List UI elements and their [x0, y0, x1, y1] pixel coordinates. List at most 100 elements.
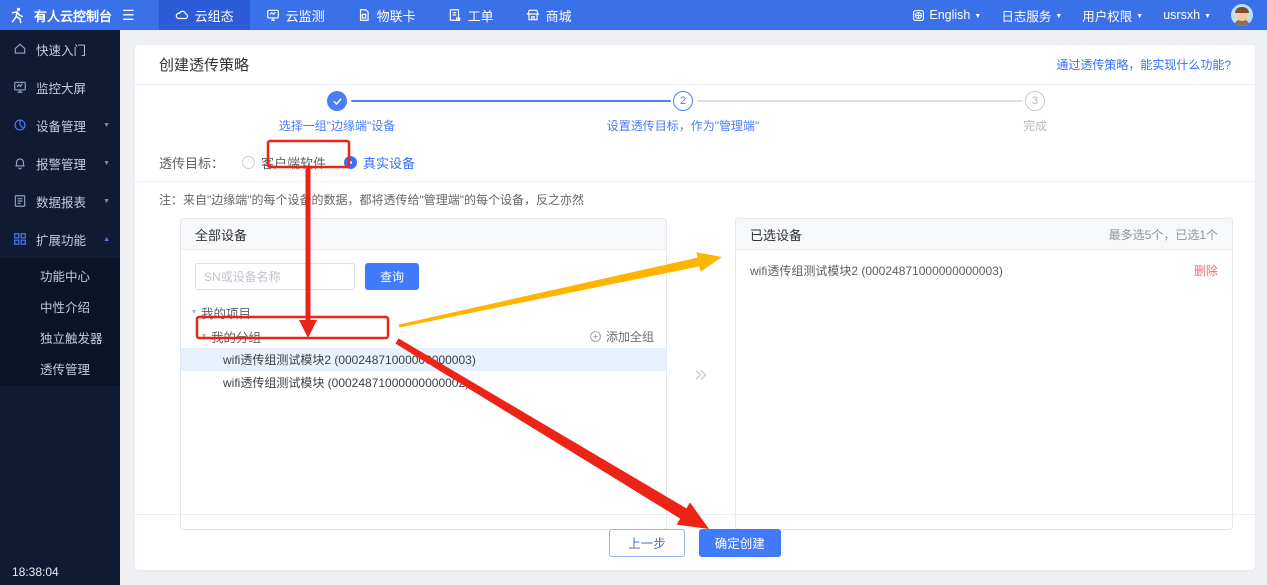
- nav-tab-cloud-scada[interactable]: 云组态: [159, 0, 250, 30]
- step-number: 3: [1025, 91, 1045, 111]
- tree-node-my-group[interactable]: ▼ 我的分组 添加全组: [181, 324, 666, 348]
- confirm-create-button[interactable]: 确定创建: [699, 529, 781, 557]
- language-selector[interactable]: English ▼: [912, 8, 981, 22]
- query-button[interactable]: 查询: [365, 263, 419, 290]
- tree-expand-icon[interactable]: ▼: [187, 309, 201, 316]
- nav-tab-label: 商城: [546, 6, 572, 25]
- submenu-item-passthrough-management[interactable]: 透传管理: [0, 353, 120, 384]
- delete-link[interactable]: 删除: [1194, 262, 1218, 279]
- create-policy-card: 创建透传策略 通过透传策略，能实现什么功能? 选择一组"边缘端"设备 2 设置透…: [135, 45, 1255, 570]
- device-tree: ▼ 我的项目 ▼ 我的分组 添加全组 wifi透传组测试模块2 (000: [181, 300, 666, 394]
- home-icon: [13, 42, 27, 56]
- plus-circle-icon: [589, 330, 602, 343]
- tree-node-label: 我的分组: [211, 327, 261, 346]
- bell-icon: [13, 156, 27, 170]
- nav-tab-work-order[interactable]: 工单: [432, 0, 510, 30]
- nav-tab-cloud-monitor[interactable]: 云监测: [250, 0, 341, 30]
- log-service-menu[interactable]: 日志服务 ▼: [1001, 6, 1062, 25]
- submenu-label: 中性介绍: [40, 297, 90, 316]
- report-icon: [13, 194, 27, 208]
- main-content: 创建透传策略 通过透传策略，能实现什么功能? 选择一组"边缘端"设备 2 设置透…: [120, 30, 1267, 585]
- tree-node-my-project[interactable]: ▼ 我的项目: [181, 300, 666, 324]
- submenu-label: 功能中心: [40, 266, 90, 285]
- screen-icon: [13, 80, 27, 94]
- step-1: 选择一组"边缘端"设备: [217, 91, 457, 134]
- sidebar-item-monitor-screen[interactable]: 监控大屏: [0, 68, 120, 106]
- extended-functions-submenu: 功能中心 中性介绍 独立触发器 透传管理: [0, 258, 120, 386]
- step-label: 选择一组"边缘端"设备: [217, 117, 457, 134]
- previous-step-button[interactable]: 上一步: [609, 529, 685, 557]
- sidebar-item-alarm-management[interactable]: 报警管理 ▼: [0, 144, 120, 182]
- radio-selected-icon: [344, 156, 357, 169]
- sidebar-item-data-report[interactable]: 数据报表 ▼: [0, 182, 120, 220]
- add-group-label: 添加全组: [606, 328, 654, 345]
- log-service-label: 日志服务: [1001, 6, 1051, 25]
- add-group-button[interactable]: 添加全组: [589, 328, 654, 345]
- hamburger-icon[interactable]: ☰: [122, 7, 135, 24]
- note-text: 注：来自"边缘端"的每个设备的数据，都将透传给"管理端"的每个设备，反之亦然: [135, 182, 1255, 214]
- nav-tab-mall[interactable]: 商城: [510, 0, 588, 30]
- globe-icon: [912, 9, 925, 22]
- chevron-up-icon: ▲: [103, 236, 110, 243]
- sidebar-item-extended-functions[interactable]: 扩展功能 ▲: [0, 220, 120, 258]
- user-avatar[interactable]: [1231, 4, 1253, 26]
- username-menu[interactable]: usrsxh ▼: [1163, 8, 1211, 22]
- step-3: 3 完成: [915, 91, 1155, 134]
- radio-icon: [242, 156, 255, 169]
- chevron-down-icon: ▼: [1204, 13, 1211, 20]
- chevron-down-icon: ▼: [103, 198, 110, 205]
- chevron-down-icon: ▼: [1055, 13, 1062, 20]
- nav-tab-label: 云监测: [286, 6, 325, 25]
- device-transfer-panels: 全部设备 查询 ▼ 我的项目 ▼ 我的分组: [135, 214, 1255, 530]
- target-row: 透传目标： 客户端软件 真实设备: [135, 143, 1255, 182]
- clock: 18:38:04: [12, 565, 59, 579]
- work-order-icon: [448, 8, 462, 22]
- sidebar: 快速入门 监控大屏 设备管理 ▼ 报警管理 ▼ 数据报表 ▼ 扩展功能 ▲ 功能…: [0, 30, 120, 585]
- stepper: 选择一组"边缘端"设备 2 设置透传目标，作为"管理端" 3 完成: [135, 91, 1255, 143]
- submenu-item-function-center[interactable]: 功能中心: [0, 260, 120, 291]
- nav-tab-label: 物联卡: [377, 6, 416, 25]
- selected-devices-panel: 已选设备 最多选5个，已选1个 wifi透传组测试模块2 (0002487100…: [735, 218, 1233, 530]
- device-row[interactable]: wifi透传组测试模块 (00024871000000000002): [181, 371, 666, 394]
- step-2: 2 设置透传目标，作为"管理端": [563, 91, 803, 134]
- user-permission-menu[interactable]: 用户权限 ▼: [1082, 6, 1143, 25]
- sidebar-item-label: 快速入门: [36, 40, 86, 59]
- step-label: 完成: [915, 117, 1155, 134]
- nav-tab-label: 工单: [468, 6, 494, 25]
- submenu-label: 透传管理: [40, 359, 90, 378]
- top-navbar: 有人云控制台 ☰ 云组态 云监测 物联卡 工单 商城 English ▼: [0, 0, 1267, 30]
- step-check-icon: [327, 91, 347, 111]
- chevron-down-icon: ▼: [1136, 13, 1143, 20]
- sidebar-item-label: 设备管理: [36, 116, 86, 135]
- username-label: usrsxh: [1163, 8, 1200, 22]
- sidebar-item-quick-start[interactable]: 快速入门: [0, 30, 120, 68]
- device-row-selected[interactable]: wifi透传组测试模块2 (00024871000000000003): [181, 348, 666, 371]
- nav-tab-label: 云组态: [195, 6, 234, 25]
- sim-card-icon: [357, 8, 371, 22]
- help-link[interactable]: 通过透传策略，能实现什么功能?: [1056, 56, 1231, 73]
- sidebar-item-label: 数据报表: [36, 192, 86, 211]
- sidebar-item-device-management[interactable]: 设备管理 ▼: [0, 106, 120, 144]
- radio-real-device[interactable]: 真实设备: [344, 153, 415, 172]
- selected-device-name: wifi透传组测试模块2 (00024871000000000003): [750, 262, 1003, 279]
- page-title: 创建透传策略: [159, 54, 249, 75]
- double-chevron-right-icon[interactable]: »: [694, 360, 709, 388]
- selected-devices-title: 已选设备: [750, 225, 802, 244]
- submenu-label: 独立触发器: [40, 328, 103, 347]
- sidebar-item-label: 报警管理: [36, 154, 86, 173]
- submenu-item-neutral-intro[interactable]: 中性介绍: [0, 291, 120, 322]
- language-label: English: [929, 8, 970, 22]
- nav-tabs: 云组态 云监测 物联卡 工单 商城: [159, 0, 588, 30]
- tree-expand-icon[interactable]: ▼: [197, 333, 211, 340]
- monitor-icon: [266, 8, 280, 22]
- device-search-input[interactable]: [195, 263, 355, 290]
- chevron-down-icon: ▼: [103, 160, 110, 167]
- nav-tab-iot-card[interactable]: 物联卡: [341, 0, 432, 30]
- selection-limit-text: 最多选5个，已选1个: [1109, 226, 1218, 243]
- target-label: 透传目标：: [159, 153, 224, 172]
- shop-icon: [526, 8, 540, 22]
- radio-client-software[interactable]: 客户端软件: [242, 153, 326, 172]
- submenu-item-independent-trigger[interactable]: 独立触发器: [0, 322, 120, 353]
- cloud-icon: [175, 8, 189, 22]
- brand-title: 有人云控制台: [34, 6, 112, 25]
